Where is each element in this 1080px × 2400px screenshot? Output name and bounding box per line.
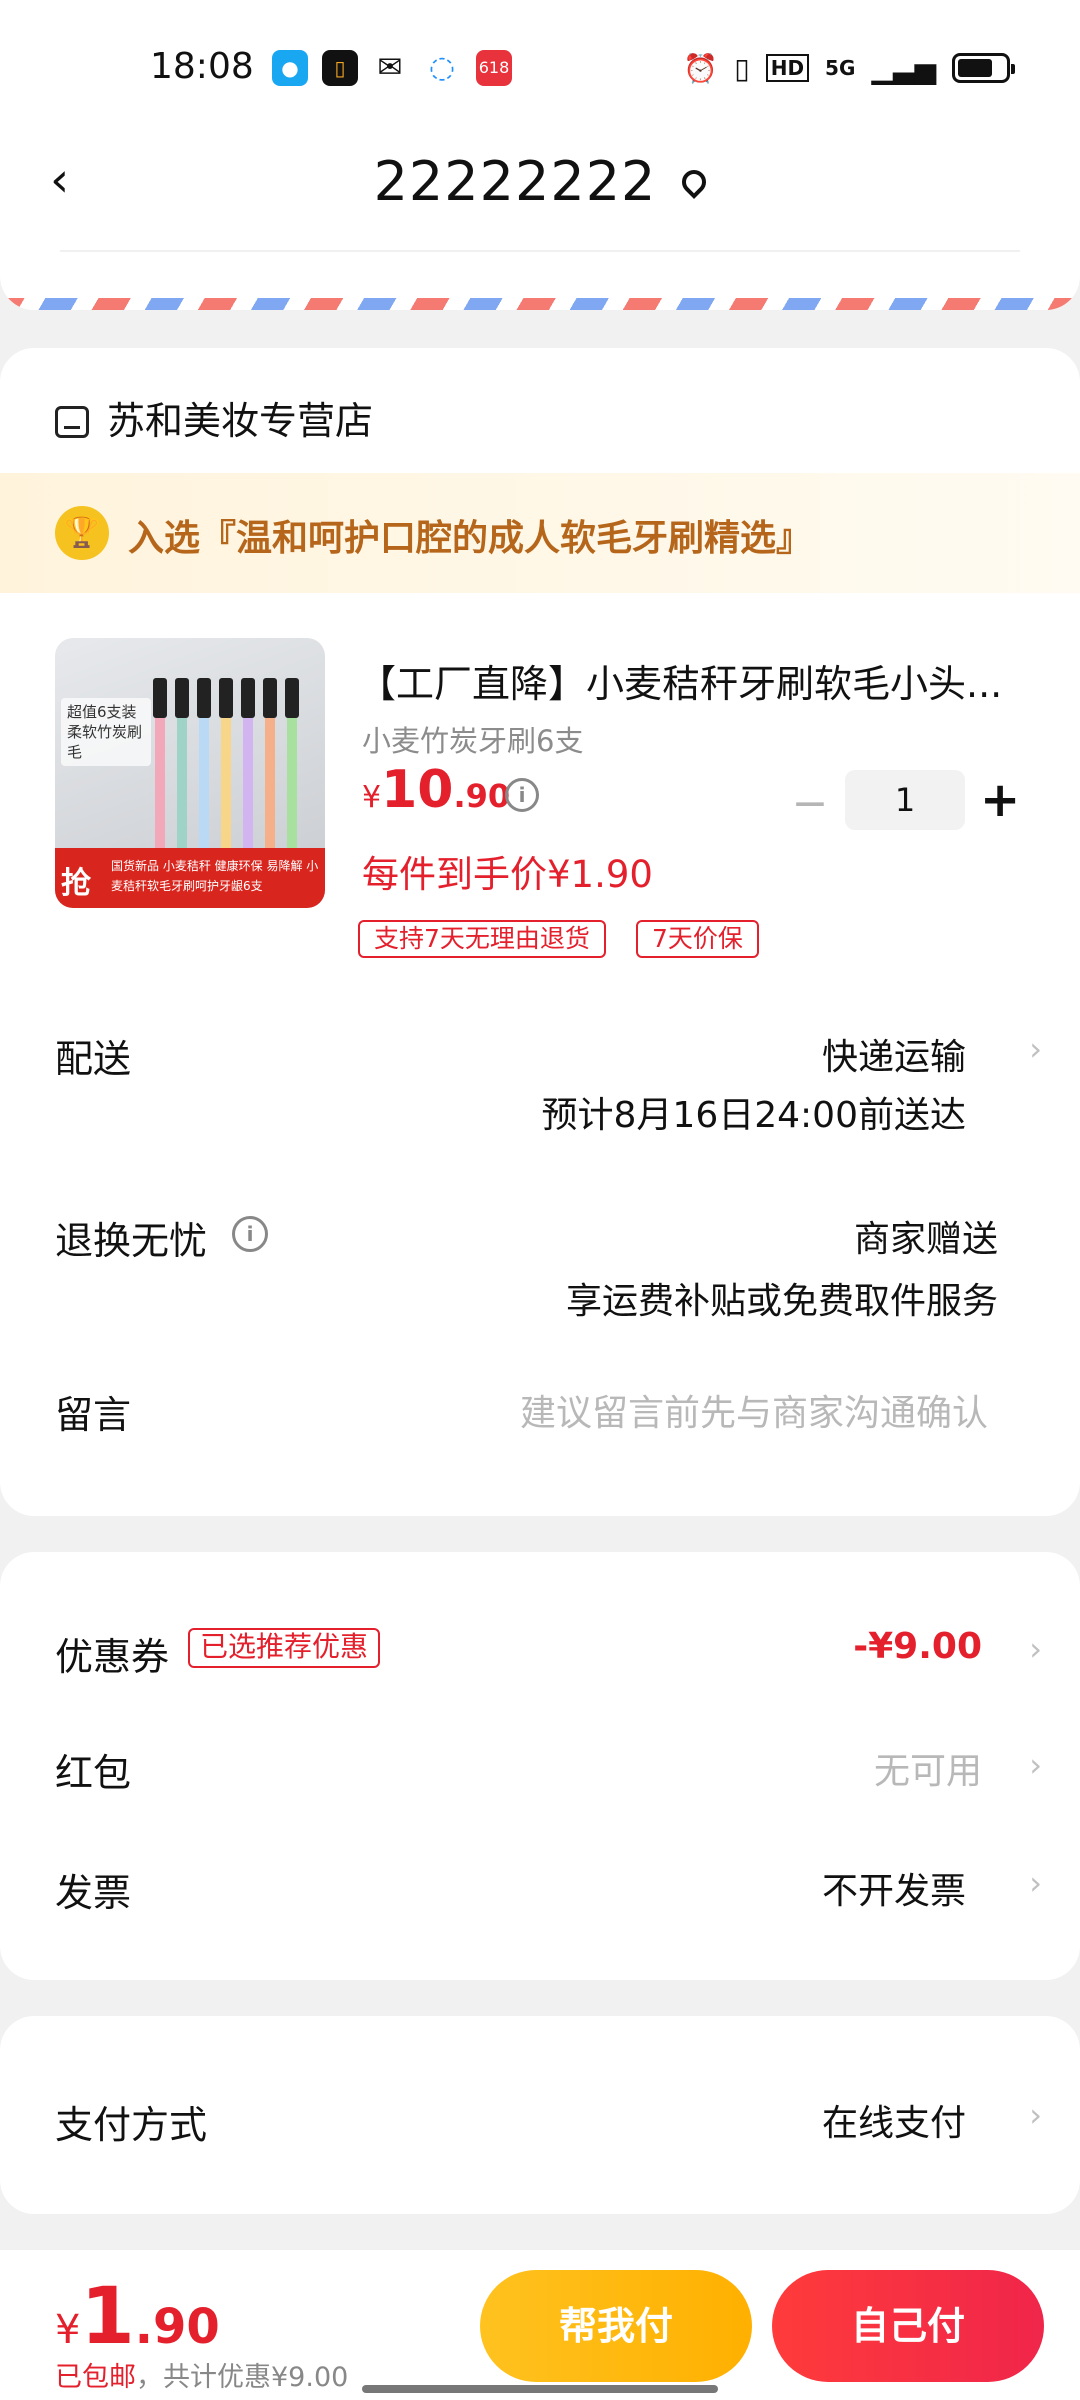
- total-dec: .90: [134, 2299, 220, 2355]
- message-label: 留言: [55, 1393, 132, 1437]
- trophy-icon: 🏆: [55, 506, 109, 560]
- address-text: 22222222: [373, 150, 657, 213]
- home-indicator[interactable]: [362, 2385, 718, 2393]
- redpacket-label: 红包: [55, 1751, 132, 1795]
- price-info-icon[interactable]: i: [505, 778, 539, 812]
- alarm-icon: ⏰: [683, 51, 719, 85]
- returns-desc: 享运费补贴或免费取件服务: [565, 1281, 998, 1322]
- payment-value[interactable]: 在线支付: [822, 2094, 966, 2146]
- product-spec[interactable]: 小麦竹炭牙刷6支: [362, 718, 583, 760]
- chevron-right-icon[interactable]: ›: [1029, 2096, 1042, 2134]
- message-input[interactable]: 建议留言前先与商家沟通确认: [520, 1384, 988, 1436]
- battery-icon: [952, 53, 1015, 83]
- redpacket-value[interactable]: 无可用: [874, 1742, 982, 1794]
- price-int: 10: [381, 760, 454, 820]
- image-badge: 超值6支装 柔软竹炭刷毛: [61, 698, 151, 766]
- chevron-right-icon[interactable]: ›: [1029, 1746, 1042, 1784]
- shipping-note: 已包邮: [55, 2362, 136, 2393]
- delivery-label: 配送: [55, 1037, 132, 1081]
- price-symbol: ¥: [362, 780, 382, 815]
- product-price: ¥10.90: [362, 760, 510, 820]
- selection-banner: 🏆 入选『温和呵护口腔的成人软毛牙刷精选』: [0, 473, 1080, 593]
- divider: [60, 250, 1020, 252]
- signal-icon: ▁▃▅: [871, 51, 936, 85]
- product-title[interactable]: 【工厂直降】小麦秸秆牙刷软毛小头...: [358, 653, 1018, 708]
- order-card: 苏和美妆专营店 🏆 入选『温和呵护口腔的成人软毛牙刷精选』 超值6支装 柔软竹炭…: [0, 348, 1080, 1516]
- returns-value: 商家赠送: [853, 1219, 998, 1260]
- app-icon: ▯: [322, 50, 358, 86]
- price-dec: .90: [453, 777, 511, 815]
- 618-icon: 618: [476, 50, 512, 86]
- image-red-strip: 抢 国货新品 小麦秸秆 健康环保 易降解 小麦秸秆软毛牙刷呵护牙龈6支: [55, 848, 325, 908]
- total-int: 1: [80, 2272, 135, 2362]
- qq-icon: ●: [272, 50, 308, 86]
- self-pay-button[interactable]: 自己付: [772, 2270, 1044, 2382]
- browser-icon: ◌: [424, 50, 460, 86]
- status-time: 18:08: [150, 46, 254, 87]
- vibrate-icon: ▯: [734, 51, 750, 85]
- shop-name-label: 苏和美妆专营店: [107, 399, 374, 443]
- discount-card: 优惠券 已选推荐优惠 -¥9.00 › 红包 无可用 › 发票 不开发票 ›: [0, 1552, 1080, 1980]
- discount-note: ，共计优惠¥9.00: [136, 2362, 349, 2393]
- total-symbol: ¥: [55, 2307, 81, 2353]
- chevron-right-icon[interactable]: ›: [1029, 1630, 1042, 1668]
- payment-card: 支付方式 在线支付 ›: [0, 2016, 1080, 2214]
- status-bar: 18:08 ● ▯ ✉ ◌ 618 ⏰ ▯ HD 5G ▁▃▅: [0, 0, 1080, 110]
- unit-price: 每件到手价¥1.90: [362, 853, 653, 896]
- image-strip-text: 国货新品 小麦秸秆 健康环保 易降解 小麦秸秆软毛牙刷呵护牙龈6支: [111, 859, 319, 893]
- wechat-icon: ✉: [372, 50, 408, 86]
- location-pin-icon: [677, 165, 712, 199]
- network-label: 5G: [825, 56, 856, 80]
- increase-button[interactable]: +: [980, 772, 1020, 828]
- store-icon: [55, 406, 89, 438]
- address-line[interactable]: 22222222: [0, 150, 1080, 213]
- coupon-tag: 已选推荐优惠: [188, 1628, 381, 1668]
- total-price: ¥1.90: [55, 2272, 220, 2362]
- shop-name[interactable]: 苏和美妆专营店: [55, 390, 373, 445]
- return-tag: 支持7天无理由退货: [358, 920, 606, 958]
- returns-info-icon[interactable]: i: [232, 1216, 268, 1252]
- hd-icon: HD: [765, 54, 810, 82]
- image-qiang: 抢: [61, 866, 91, 901]
- banner-text: 入选『温和呵护口腔的成人软毛牙刷精选』: [128, 518, 813, 559]
- decrease-button[interactable]: −: [790, 778, 830, 829]
- airmail-border: [0, 298, 1080, 310]
- status-right: ⏰ ▯ HD 5G ▁▃▅: [683, 50, 1015, 86]
- price-protect-tag: 7天价保: [636, 920, 759, 958]
- invoice-label: 发票: [55, 1871, 132, 1915]
- delivery-method[interactable]: 快递运输: [822, 1028, 966, 1080]
- delivery-eta: 预计8月16日24:00前送达: [541, 1095, 966, 1136]
- payment-label: 支付方式: [55, 2103, 208, 2147]
- returns-label: 退换无忧: [55, 1219, 208, 1263]
- invoice-value[interactable]: 不开发票: [822, 1862, 966, 1914]
- chevron-right-icon[interactable]: ›: [1029, 1864, 1042, 1902]
- help-pay-button[interactable]: 帮我付: [480, 2270, 752, 2382]
- coupon-value[interactable]: -¥9.00: [853, 1626, 982, 1667]
- quantity-value[interactable]: 1: [845, 770, 965, 830]
- chevron-right-icon[interactable]: ›: [1029, 1030, 1042, 1068]
- address-header: ‹ 22222222: [0, 110, 1080, 310]
- product-image[interactable]: 超值6支装 柔软竹炭刷毛 抢 国货新品 小麦秸秆 健康环保 易降解 小麦秸秆软毛…: [55, 638, 325, 908]
- coupon-label: 优惠券: [55, 1635, 170, 1679]
- checkout-bar: ¥1.90 已包邮，共计优惠¥9.00 帮我付 自己付: [0, 2250, 1080, 2400]
- total-note: 已包邮，共计优惠¥9.00: [55, 2355, 348, 2394]
